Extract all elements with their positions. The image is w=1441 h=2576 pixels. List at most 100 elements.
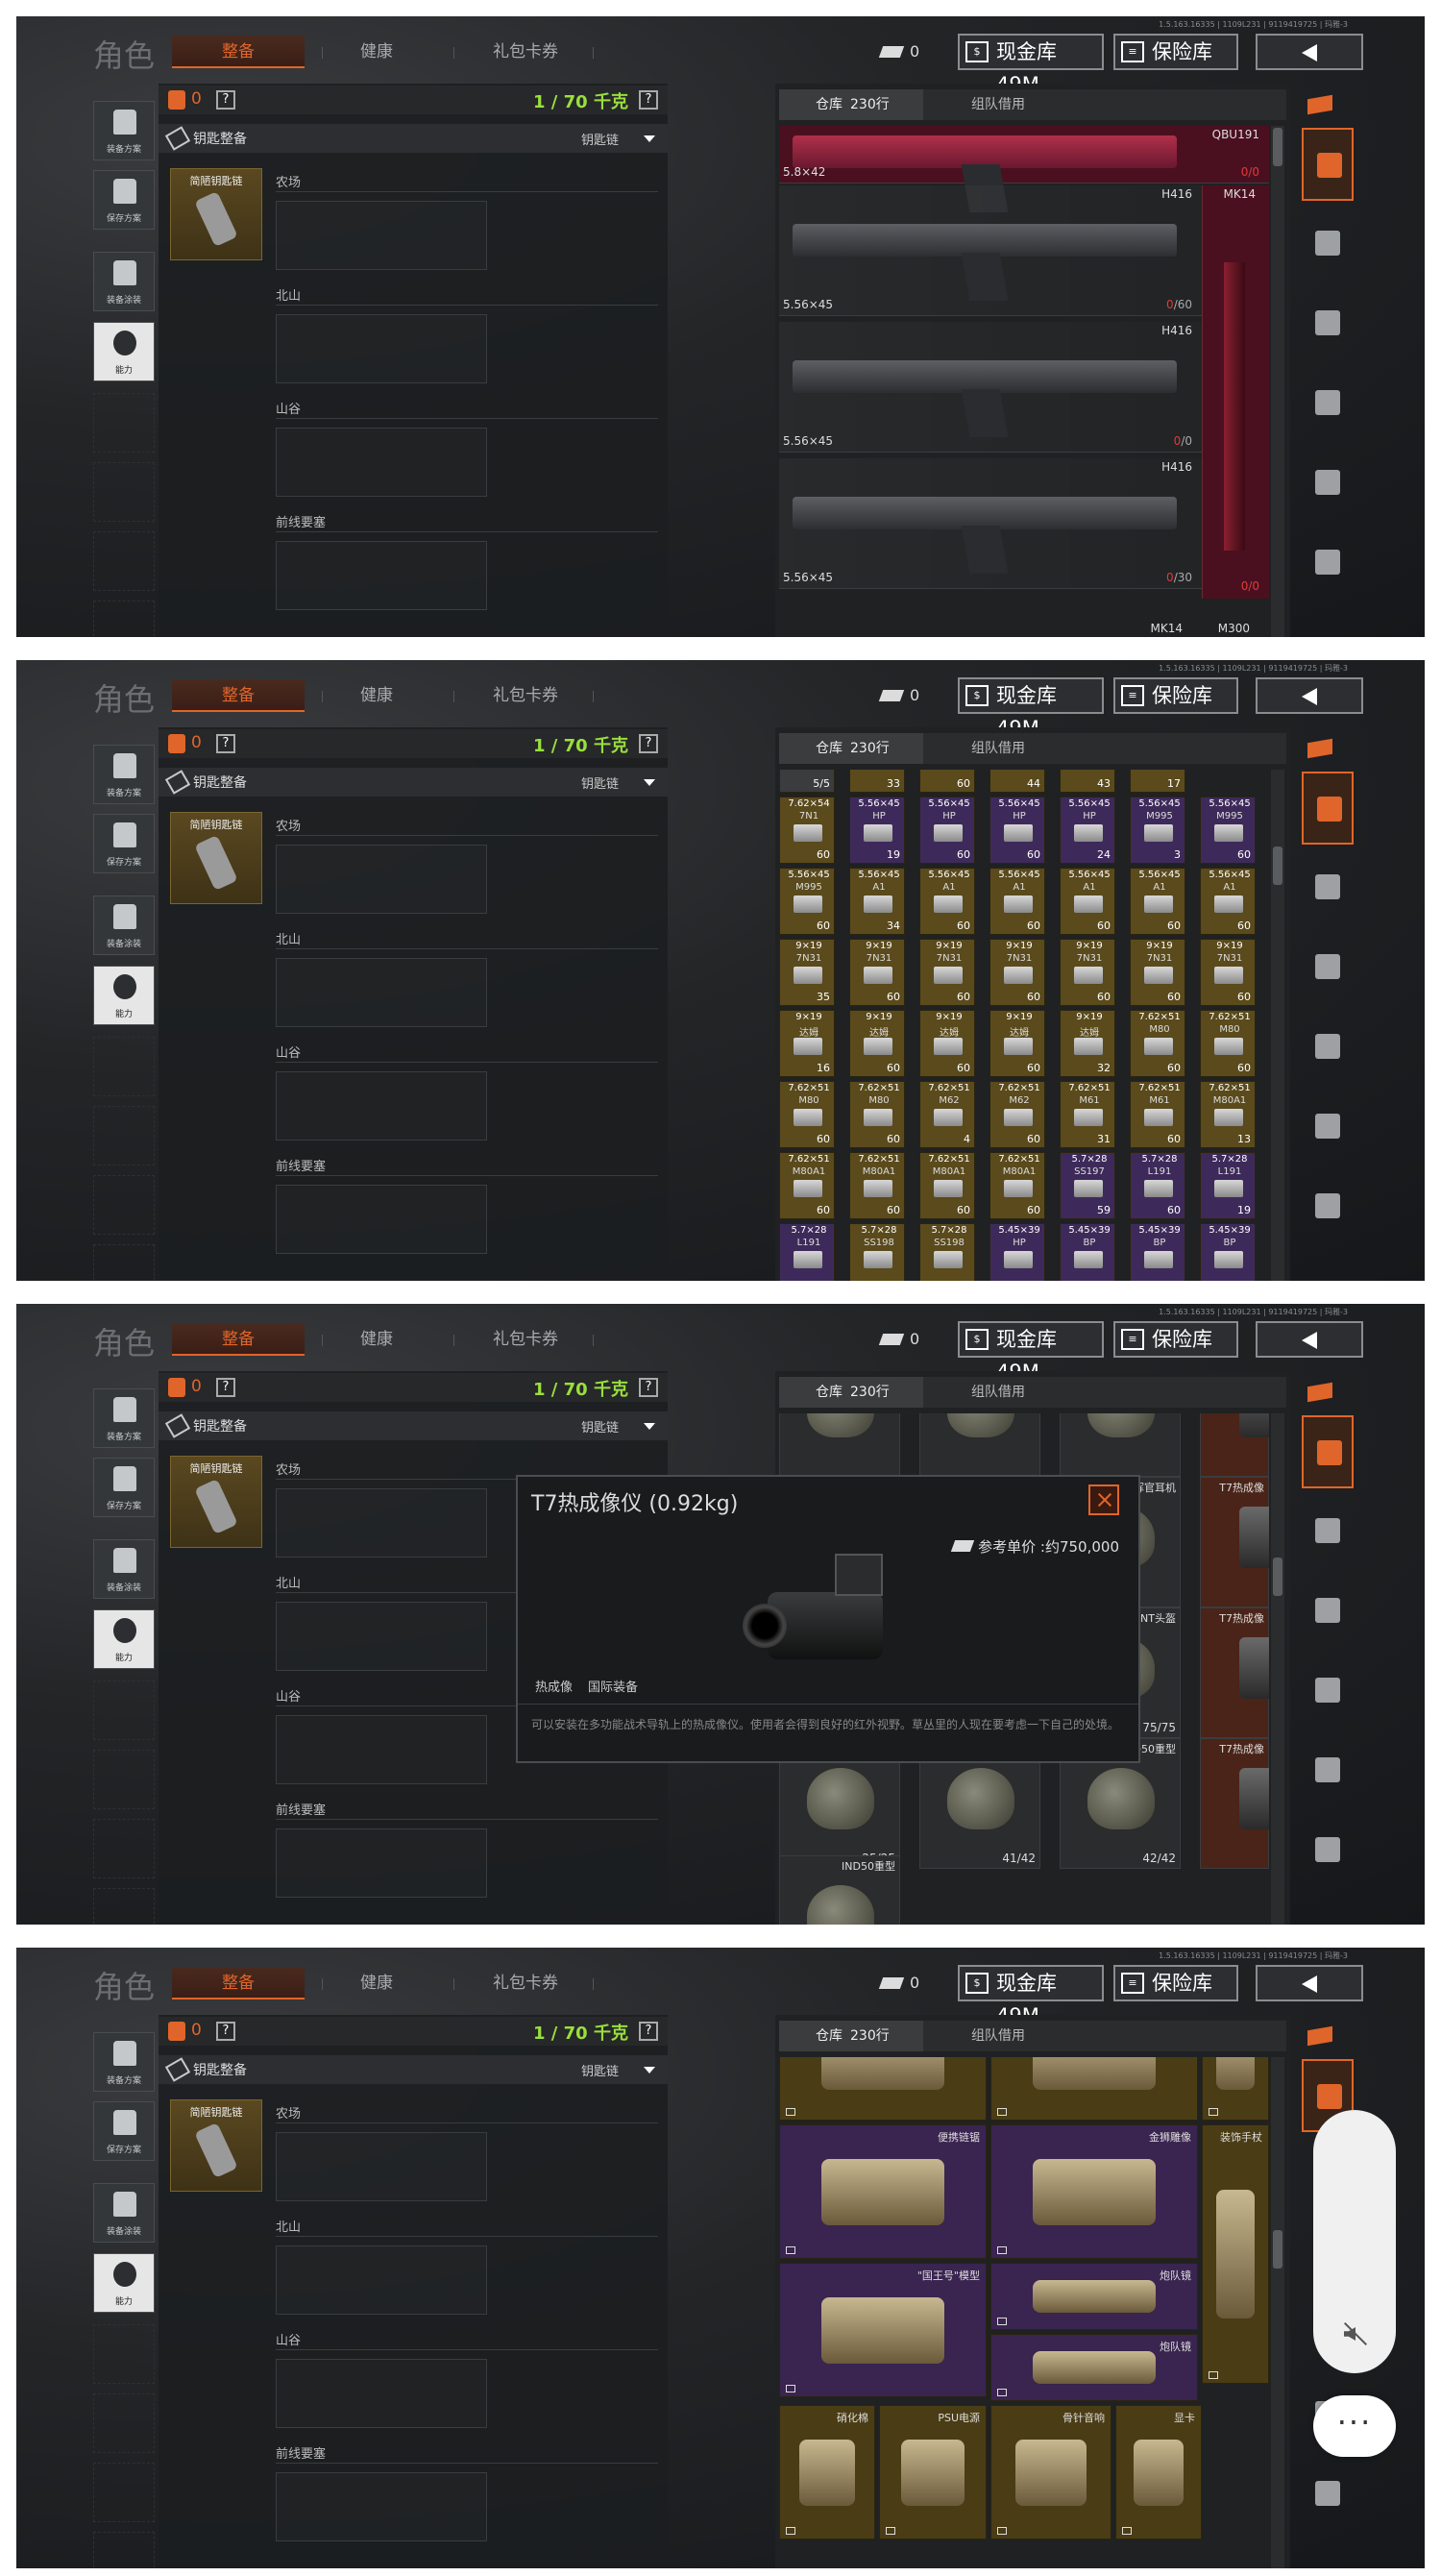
tab-gift-cards[interactable]: 礼包卡券 bbox=[468, 1967, 583, 1999]
weight-help-button[interactable]: ? bbox=[639, 1378, 658, 1397]
chevron-down-icon[interactable] bbox=[644, 2067, 655, 2073]
ammo-item[interactable]: 44 bbox=[989, 770, 1045, 793]
ammo-item[interactable]: 5.56×45 A1 60 bbox=[1200, 868, 1256, 935]
ammo-item[interactable]: 5.7×28 SS198 bbox=[849, 1223, 905, 1281]
ammo-item[interactable]: 7.62×51 M61 31 bbox=[1060, 1081, 1115, 1148]
key-slot[interactable] bbox=[276, 1602, 487, 1671]
safe-vault-button[interactable]: ≡ 保险库 bbox=[1113, 677, 1238, 714]
ability-button[interactable]: 能力 bbox=[93, 1609, 155, 1669]
ammo-item[interactable]: 5.45×39 BP bbox=[1200, 1223, 1256, 1281]
key-slot[interactable] bbox=[276, 1185, 487, 1254]
misc-item[interactable]: 显卡 bbox=[1115, 2405, 1202, 2539]
all-items-icon[interactable] bbox=[1307, 93, 1336, 116]
ammo-item[interactable]: 7.62×51 M62 60 bbox=[989, 1081, 1045, 1148]
misc-item[interactable]: "国王号"模型 bbox=[779, 2263, 987, 2397]
ammo-item[interactable]: 5.56×45 M995 60 bbox=[1200, 797, 1256, 864]
category-misc[interactable] bbox=[1302, 1170, 1354, 1243]
floating-control-panel[interactable] bbox=[1313, 2110, 1396, 2373]
ammo-item[interactable]: 5.56×45 A1 60 bbox=[919, 868, 975, 935]
category-backpack[interactable] bbox=[1302, 128, 1354, 201]
all-items-icon[interactable] bbox=[1307, 1381, 1336, 1404]
key-slot[interactable] bbox=[276, 541, 487, 610]
ammo-item[interactable]: 5.45×39 BP bbox=[1130, 1223, 1185, 1281]
ammo-item[interactable]: 7.62×51 M80 60 bbox=[1200, 1010, 1256, 1077]
equipment-item[interactable]: IND50重型 bbox=[779, 1855, 900, 1925]
ammo-item[interactable]: 33 bbox=[849, 770, 905, 793]
storage-scrollbar[interactable] bbox=[1271, 126, 1284, 637]
ammo-item[interactable]: 9×19 达姆 60 bbox=[989, 1010, 1045, 1077]
ammo-item[interactable]: 5.56×45 HP 60 bbox=[989, 797, 1045, 864]
category-backpack[interactable] bbox=[1302, 1415, 1354, 1488]
close-button[interactable] bbox=[1088, 1484, 1119, 1515]
key-slot[interactable] bbox=[276, 1715, 487, 1784]
equipment-item[interactable] bbox=[919, 1413, 1040, 1477]
ammo-item[interactable]: 5.56×45 M995 60 bbox=[779, 868, 835, 935]
tab-team-borrow[interactable]: 组队借用 bbox=[971, 733, 1087, 764]
loadout-plan-button[interactable]: 装备方案 bbox=[93, 1388, 155, 1448]
loadout-plan-button[interactable]: 装备方案 bbox=[93, 745, 155, 804]
tab-gift-cards[interactable]: 礼包卡券 bbox=[468, 36, 583, 68]
tab-team-borrow[interactable]: 组队借用 bbox=[971, 2021, 1087, 2051]
ammo-item[interactable]: 9×19 7N31 35 bbox=[779, 939, 835, 1006]
key-slot[interactable] bbox=[276, 428, 487, 497]
loadout-plan-button[interactable]: 装备方案 bbox=[93, 101, 155, 160]
misc-item[interactable] bbox=[779, 2057, 987, 2121]
ammo-item[interactable]: 5.56×45 A1 60 bbox=[1060, 868, 1115, 935]
ammo-item[interactable]: 9×19 7N31 60 bbox=[849, 939, 905, 1006]
back-button[interactable] bbox=[1256, 1321, 1363, 1358]
tab-equipment[interactable]: 整备 bbox=[172, 36, 305, 68]
category-ammo[interactable] bbox=[1302, 1091, 1354, 1164]
storage-scrollbar[interactable] bbox=[1271, 2057, 1284, 2568]
key-slot[interactable] bbox=[276, 201, 487, 270]
tab-equipment[interactable]: 整备 bbox=[172, 679, 305, 712]
safe-vault-button[interactable]: ≡ 保险库 bbox=[1113, 34, 1238, 70]
category-helmet[interactable] bbox=[1302, 208, 1354, 281]
keychain-selector[interactable]: 钥匙链 bbox=[581, 130, 619, 148]
keychain-item[interactable]: 简陋钥匙链 bbox=[170, 2099, 262, 2192]
loadout-plan-button[interactable]: 装备方案 bbox=[93, 2032, 155, 2092]
ammo-item[interactable]: 60 bbox=[919, 770, 975, 793]
chevron-down-icon[interactable] bbox=[644, 1423, 655, 1430]
misc-item[interactable]: 硝化棉 bbox=[779, 2405, 875, 2539]
ammo-item[interactable]: 9×19 7N31 60 bbox=[919, 939, 975, 1006]
ammo-item[interactable]: 7.62×51 M80A1 60 bbox=[779, 1152, 835, 1219]
tab-health[interactable]: 健康 bbox=[338, 1967, 415, 1999]
help-button[interactable]: ? bbox=[216, 2022, 235, 2041]
misc-item[interactable]: 骨针音响 bbox=[990, 2405, 1111, 2539]
ammo-item[interactable]: 5.56×45 A1 34 bbox=[849, 868, 905, 935]
help-button[interactable]: ? bbox=[216, 1378, 235, 1397]
ammo-item[interactable]: 9×19 达姆 32 bbox=[1060, 1010, 1115, 1077]
storage-scrollbar[interactable] bbox=[1271, 1413, 1284, 1925]
scrollbar-thumb[interactable] bbox=[1273, 2230, 1282, 2269]
ammo-item[interactable]: 7.62×51 M80 60 bbox=[1130, 1010, 1185, 1077]
keychain-item[interactable]: 简陋钥匙链 bbox=[170, 168, 262, 260]
tab-team-borrow[interactable]: 组队借用 bbox=[971, 1377, 1087, 1408]
ammo-item[interactable]: 9×19 达姆 60 bbox=[849, 1010, 905, 1077]
key-slot[interactable] bbox=[276, 2132, 487, 2201]
equipment-skin-button[interactable]: 装备涂装 bbox=[93, 2183, 155, 2243]
save-plan-button[interactable]: 保存方案 bbox=[93, 1458, 155, 1517]
save-plan-button[interactable]: 保存方案 bbox=[93, 2101, 155, 2161]
category-misc[interactable] bbox=[1302, 2458, 1354, 2531]
mk14-item[interactable]: MK14 0/0 bbox=[1202, 185, 1269, 599]
ammo-item[interactable]: 5.7×28 SS198 bbox=[919, 1223, 975, 1281]
save-plan-button[interactable]: 保存方案 bbox=[93, 814, 155, 873]
ammo-item[interactable]: 7.62×51 M61 60 bbox=[1130, 1081, 1185, 1148]
key-slot[interactable] bbox=[276, 2245, 487, 2315]
all-items-icon[interactable] bbox=[1307, 737, 1336, 760]
tab-equipment[interactable]: 整备 bbox=[172, 1967, 305, 1999]
category-helmet[interactable] bbox=[1302, 1495, 1354, 1568]
category-backpack[interactable] bbox=[1302, 772, 1354, 845]
cash-vault-button[interactable]: $现金库 49M bbox=[958, 34, 1104, 96]
key-slot[interactable] bbox=[276, 1828, 487, 1898]
tab-warehouse[interactable]: 仓库 230行 bbox=[779, 2021, 923, 2051]
help-button[interactable]: ? bbox=[216, 734, 235, 753]
ammo-item[interactable]: 5.7×28 L191 19 bbox=[1200, 1152, 1256, 1219]
ammo-item[interactable]: 5.56×45 HP 60 bbox=[919, 797, 975, 864]
ability-button[interactable]: 能力 bbox=[93, 322, 155, 381]
safe-vault-button[interactable]: ≡ 保险库 bbox=[1113, 1321, 1238, 1358]
key-slot[interactable] bbox=[276, 1488, 487, 1558]
equipment-item[interactable] bbox=[1060, 1413, 1181, 1477]
scrollbar-thumb[interactable] bbox=[1273, 128, 1282, 166]
ammo-item[interactable]: 9×19 达姆 16 bbox=[779, 1010, 835, 1077]
